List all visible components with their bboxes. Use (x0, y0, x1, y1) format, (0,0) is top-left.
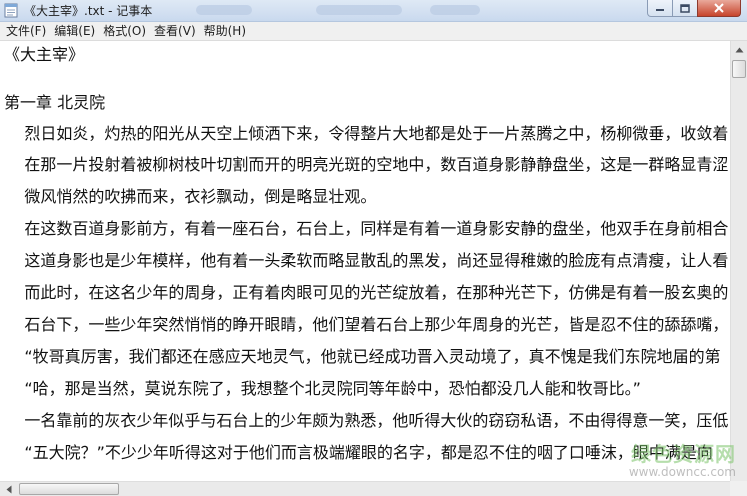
menu-file[interactable]: 文件(F) (0, 23, 50, 40)
document-line: 在这数百道身影前方，有着一座石台，石台上，同样是有着一道身影安静的盘坐，他双手在… (4, 219, 729, 238)
minimize-button[interactable] (647, 0, 673, 17)
window-controls (647, 0, 741, 18)
document-line: 这道身影也是少年模样，他有着一头柔软而略显散乱的黑发，尚还显得稚嫩的脸庞有点清瘦… (4, 251, 729, 270)
vertical-scrollbar[interactable] (730, 41, 747, 481)
document-line: 烈日如炎，灼热的阳光从天空上倾洒下来，令得整片大地都是处于一片蒸腾之中，杨柳微垂… (4, 124, 729, 143)
menu-view[interactable]: 查看(V) (150, 23, 200, 40)
document-line: 《大主宰》 (4, 45, 85, 64)
document-line: 一名靠前的灰衣少年似乎与石台上的少年颇为熟悉，他听得大伙的窃窃私语，不由得得意一… (4, 411, 729, 430)
document-line: 而此时，在这名少年的周身，正有着肉眼可见的光芒绽放着，在那种光芒下，仿佛是有着一… (4, 283, 729, 302)
menu-edit[interactable]: 编辑(E) (50, 23, 99, 40)
document-line: 第一章 北灵院 (4, 93, 106, 112)
title-bar[interactable]: 《大主宰》.txt - 记事本 (0, 0, 747, 22)
close-button[interactable] (697, 0, 741, 17)
scroll-up-button[interactable] (731, 41, 747, 58)
blurred-title-region (430, 5, 480, 15)
window-title: 《大主宰》.txt - 记事本 (24, 4, 153, 18)
document-line: “哈，那是当然，莫说东院了，我想整个北灵院同等年龄中，恐怕都没几人能和牧哥比。” (4, 379, 641, 398)
maximize-icon (680, 3, 690, 13)
document-line: “牧哥真厉害，我们都还在感应天地灵气，他就已经成功晋入灵动境了，真不愧是我们东院… (4, 347, 721, 366)
arrow-left-icon (6, 485, 11, 493)
notepad-window: 《大主宰》.txt - 记事本 文件(F) 编辑(E) 格式(O) 查看(V) … (0, 0, 747, 496)
watermark-logo-text: 绿色资源网 (631, 442, 736, 466)
vertical-scroll-thumb[interactable] (732, 60, 746, 78)
text-editor-area[interactable]: 《大主宰》 第一章 北灵院 烈日如炎，灼热的阳光从天空上倾洒下来，令得整片大地都… (0, 41, 730, 481)
watermark-url: www.downcc.com (628, 465, 736, 479)
menu-format[interactable]: 格式(O) (99, 23, 150, 40)
minimize-icon (656, 9, 664, 11)
document-line: 石台下，一些少年突然悄悄的睁开眼睛，他们望着石台上那少年周身的光芒，皆是忍不住的… (4, 315, 729, 334)
document-line: 微风悄然的吹拂而来，衣衫飘动，倒是略显壮观。 (4, 187, 377, 206)
menu-help[interactable]: 帮助(H) (200, 23, 250, 40)
blurred-title-region (316, 5, 402, 15)
maximize-button[interactable] (672, 0, 698, 17)
horizontal-scroll-thumb[interactable] (19, 483, 119, 495)
arrow-up-icon (735, 47, 743, 52)
notepad-app-icon[interactable] (4, 3, 18, 18)
close-icon (714, 3, 724, 13)
menu-bar: 文件(F) 编辑(E) 格式(O) 查看(V) 帮助(H) (0, 22, 747, 41)
document-line: 在那一片投射着被柳树枝叶切割而开的明亮光斑的空地中，数百道身影静静盘坐，这是一群… (4, 155, 729, 174)
watermark: 绿色资源网 www.downcc.com (612, 438, 740, 484)
scroll-left-button[interactable] (0, 482, 17, 496)
document-line: “五大院？”不少少年听得这对于他们而言极端耀眼的名字，都是忍不住的咽了口唾沫，眼… (4, 443, 713, 462)
blurred-title-region (196, 5, 252, 15)
